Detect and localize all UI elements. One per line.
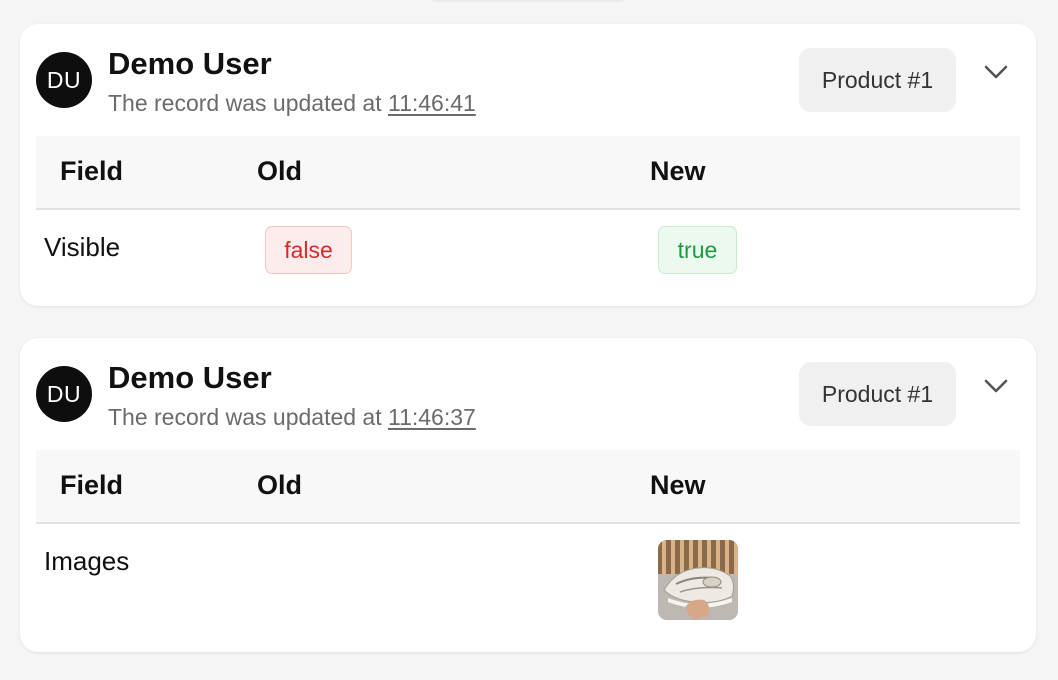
user-name: Demo User bbox=[108, 360, 272, 395]
user-name: Demo User bbox=[108, 46, 272, 81]
chevron-down-icon[interactable] bbox=[982, 58, 1010, 86]
top-scroll-indicator bbox=[430, 0, 626, 2]
table-row: Visible false true bbox=[36, 210, 1020, 300]
changes-table: Field Old New Visible false true bbox=[36, 136, 1020, 300]
column-header-new: New bbox=[650, 156, 706, 186]
update-subtitle: The record was updated at 11:46:41 bbox=[108, 90, 476, 117]
update-subtitle: The record was updated at 11:46:37 bbox=[108, 404, 476, 431]
subtitle-prefix: The record was updated at bbox=[108, 90, 388, 116]
column-header-old: Old bbox=[257, 156, 302, 186]
avatar: DU bbox=[36, 52, 92, 108]
new-image-thumbnail[interactable] bbox=[658, 540, 738, 620]
update-time[interactable]: 11:46:41 bbox=[388, 90, 476, 116]
chevron-down-icon[interactable] bbox=[982, 372, 1010, 400]
sneaker-image-icon bbox=[658, 540, 738, 620]
column-header-field: Field bbox=[60, 156, 124, 186]
avatar: DU bbox=[36, 366, 92, 422]
history-entry-card: DU Demo User The record was updated at 1… bbox=[20, 24, 1036, 306]
column-header-old: Old bbox=[257, 470, 302, 500]
field-name: Visible bbox=[44, 232, 121, 262]
product-tag[interactable]: Product #1 bbox=[799, 48, 956, 112]
table-header: Field Old New bbox=[36, 450, 1020, 524]
table-row: Images bbox=[36, 524, 1020, 644]
column-header-field: Field bbox=[60, 470, 124, 500]
new-value-badge: true bbox=[658, 226, 737, 274]
history-entry-card: DU Demo User The record was updated at 1… bbox=[20, 338, 1036, 652]
table-header: Field Old New bbox=[36, 136, 1020, 210]
update-time[interactable]: 11:46:37 bbox=[388, 404, 476, 430]
old-value-badge: false bbox=[265, 226, 352, 274]
changes-table: Field Old New Images bbox=[36, 450, 1020, 644]
field-name: Images bbox=[44, 546, 130, 576]
product-tag[interactable]: Product #1 bbox=[799, 362, 956, 426]
subtitle-prefix: The record was updated at bbox=[108, 404, 388, 430]
column-header-new: New bbox=[650, 470, 706, 500]
